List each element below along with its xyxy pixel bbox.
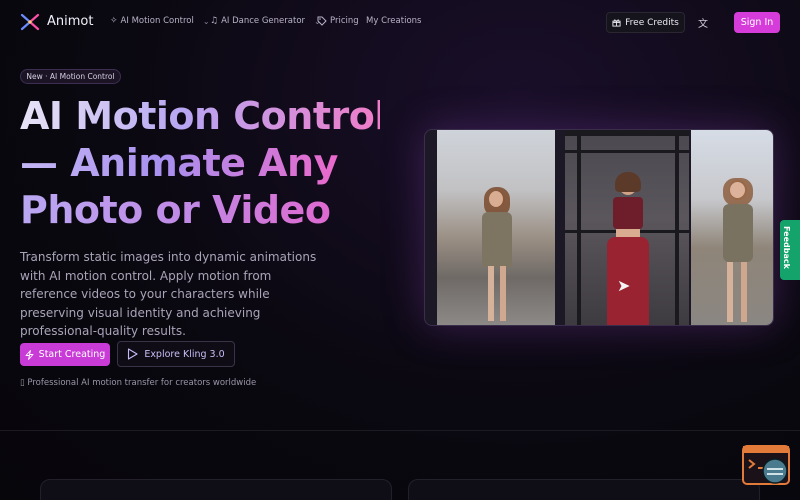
generated-photo-street: [691, 130, 773, 325]
section-divider: [0, 430, 800, 431]
free-credits-label: Free Credits: [625, 17, 679, 28]
logo-icon[interactable]: [20, 13, 40, 31]
hero-title: AI Motion Control — Animate Any Photo or…: [20, 93, 387, 234]
chat-support-icon[interactable]: [742, 445, 790, 485]
music-note-icon: ♫: [210, 16, 219, 26]
translate-icon[interactable]: 文: [698, 15, 708, 30]
hero-media-showcase[interactable]: ➤: [424, 129, 774, 326]
hero-title-line: Photo or Video: [20, 187, 380, 234]
lightning-icon: [25, 349, 34, 360]
free-credits-button[interactable]: Free Credits: [606, 12, 685, 33]
hero-description: Transform static images into dynamic ani…: [20, 250, 317, 339]
nav-label: AI Dance Generator: [221, 16, 306, 26]
feedback-tab[interactable]: Feedback: [780, 220, 800, 280]
brand-name[interactable]: Animot: [47, 14, 93, 29]
nav-label: AI Motion Control: [120, 16, 194, 26]
start-creating-label: Start Creating: [38, 349, 106, 360]
chevron-down-icon: ⌄: [202, 16, 210, 26]
nav-label: Pricing: [330, 16, 359, 26]
reference-photo-street: [437, 130, 555, 325]
nav-ai-dance-generator[interactable]: ♫ AI Dance Generator ⌄: [210, 16, 321, 26]
reference-video-frame: ➤: [565, 130, 689, 325]
tagline-text: Professional AI motion transfer for crea…: [27, 378, 257, 388]
hero-title-line: — Animate Any: [20, 140, 380, 187]
tag-icon: [317, 16, 327, 26]
sparkles-icon: ✧: [110, 16, 118, 26]
new-feature-badge: New · AI Motion Control: [20, 69, 121, 84]
nav-my-creations[interactable]: My Creations: [366, 16, 421, 26]
sign-in-button[interactable]: Sign In: [734, 12, 780, 33]
play-icon: [128, 348, 138, 360]
hero-title-line: AI Motion Control: [20, 94, 387, 138]
gift-icon: [612, 19, 621, 27]
hero-tagline: ▯ Professional AI motion transfer for cr…: [20, 378, 256, 388]
nav-label: My Creations: [366, 16, 422, 26]
nav-pricing[interactable]: Pricing: [317, 16, 359, 26]
cursor-icon: ➤: [617, 276, 631, 295]
top-navigation: Animot ✧ AI Motion Control ⌄ ♫ AI Dance …: [0, 0, 800, 44]
feature-card: [408, 479, 760, 500]
explore-kling-label: Explore Kling 3.0: [144, 348, 225, 360]
explore-kling-button[interactable]: Explore Kling 3.0: [117, 341, 235, 367]
feedback-label: Feedback: [782, 226, 791, 269]
feature-card: [40, 479, 392, 500]
globe-icon: ▯: [20, 378, 25, 388]
start-creating-button[interactable]: Start Creating: [20, 343, 110, 366]
nav-ai-motion-control[interactable]: ✧ AI Motion Control ⌄: [110, 16, 210, 26]
